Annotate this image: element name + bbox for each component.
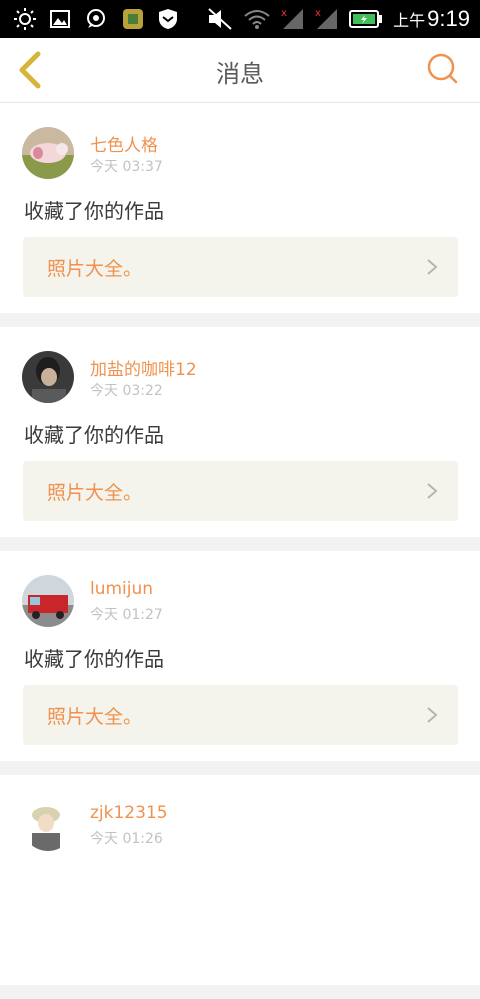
- work-title: 照片大全。: [47, 258, 143, 280]
- search-button[interactable]: [426, 52, 460, 86]
- message-list: 七色人格 今天 03:37 收藏了你的作品 照片大全。 加盐的咖啡12 今天 0…: [0, 103, 480, 999]
- svg-text:x: x: [281, 8, 287, 19]
- clock-time: 9:19: [427, 6, 470, 31]
- signal-2-icon: x: [315, 8, 338, 29]
- message-time: 今天 03:37: [90, 159, 163, 175]
- chevron-right-icon: [427, 483, 438, 499]
- username[interactable]: 加盐的咖啡12: [90, 355, 197, 380]
- message-action: 收藏了你的作品: [24, 423, 164, 447]
- message-card: zjk12315 今天 01:26: [0, 775, 480, 985]
- clock-ampm: 上午: [393, 11, 426, 30]
- status-right-icons: x x 上午9:19: [207, 6, 470, 32]
- svg-text:x: x: [315, 8, 321, 19]
- work-link[interactable]: 照片大全。: [23, 461, 458, 521]
- username[interactable]: zjk12315: [90, 803, 168, 823]
- username[interactable]: 七色人格: [90, 131, 158, 156]
- message-action: 收藏了你的作品: [24, 199, 164, 223]
- message-card: 七色人格 今天 03:37 收藏了你的作品 照片大全。: [0, 103, 480, 313]
- chevron-right-icon: [427, 259, 438, 275]
- work-link[interactable]: 照片大全。: [23, 685, 458, 745]
- message-card: 加盐的咖啡12 今天 03:22 收藏了你的作品 照片大全。: [0, 327, 480, 537]
- chevron-right-icon: [427, 707, 438, 723]
- status-left-icons: [14, 8, 178, 30]
- avatar[interactable]: [22, 575, 74, 627]
- signal-1-icon: x: [281, 8, 304, 29]
- chat-icon: [87, 9, 105, 28]
- wifi-icon: [244, 10, 270, 29]
- username[interactable]: lumijun: [90, 579, 153, 599]
- message-time: 今天 03:22: [90, 383, 163, 399]
- app-icon: [123, 9, 143, 29]
- avatar[interactable]: [22, 351, 74, 403]
- search-icon: [427, 53, 458, 84]
- work-title: 照片大全。: [47, 482, 143, 504]
- message-action: 收藏了你的作品: [24, 647, 164, 671]
- image-icon: [50, 10, 70, 28]
- work-link[interactable]: 照片大全。: [23, 237, 458, 297]
- app-header: 消息: [0, 38, 480, 103]
- page-title: 消息: [216, 60, 264, 88]
- battery-icon: [349, 10, 383, 28]
- message-time: 今天 01:26: [90, 831, 163, 847]
- mute-icon: [208, 8, 232, 30]
- shield-icon: [159, 9, 177, 29]
- message-time: 今天 01:27: [90, 607, 163, 623]
- work-title: 照片大全。: [47, 706, 143, 728]
- avatar[interactable]: [22, 127, 74, 179]
- message-card: lumijun 今天 01:27 收藏了你的作品 照片大全。: [0, 551, 480, 761]
- brightness-icon: [14, 8, 36, 30]
- status-bar: x x 上午9:19: [0, 0, 480, 38]
- avatar[interactable]: [22, 799, 74, 851]
